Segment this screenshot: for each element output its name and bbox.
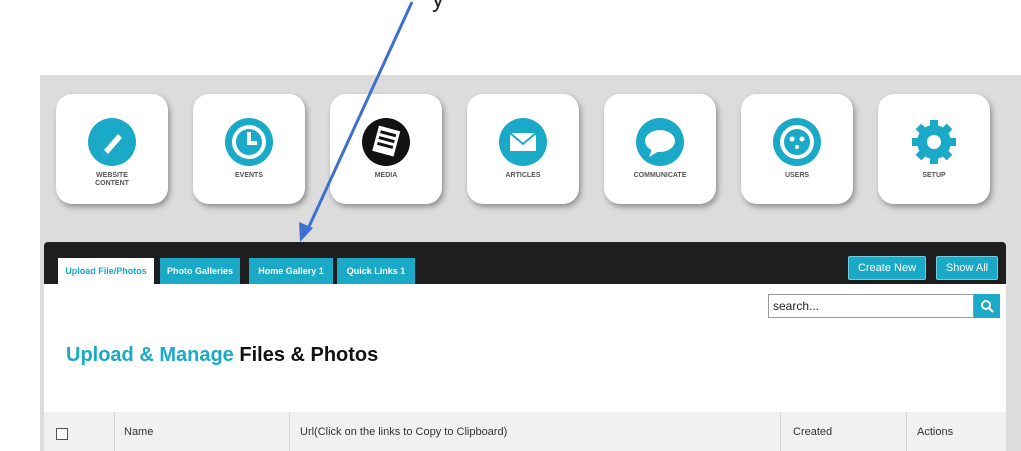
annotation-arrow-overlay — [299, 1, 414, 242]
annotation-arrow-line — [305, 1, 414, 232]
